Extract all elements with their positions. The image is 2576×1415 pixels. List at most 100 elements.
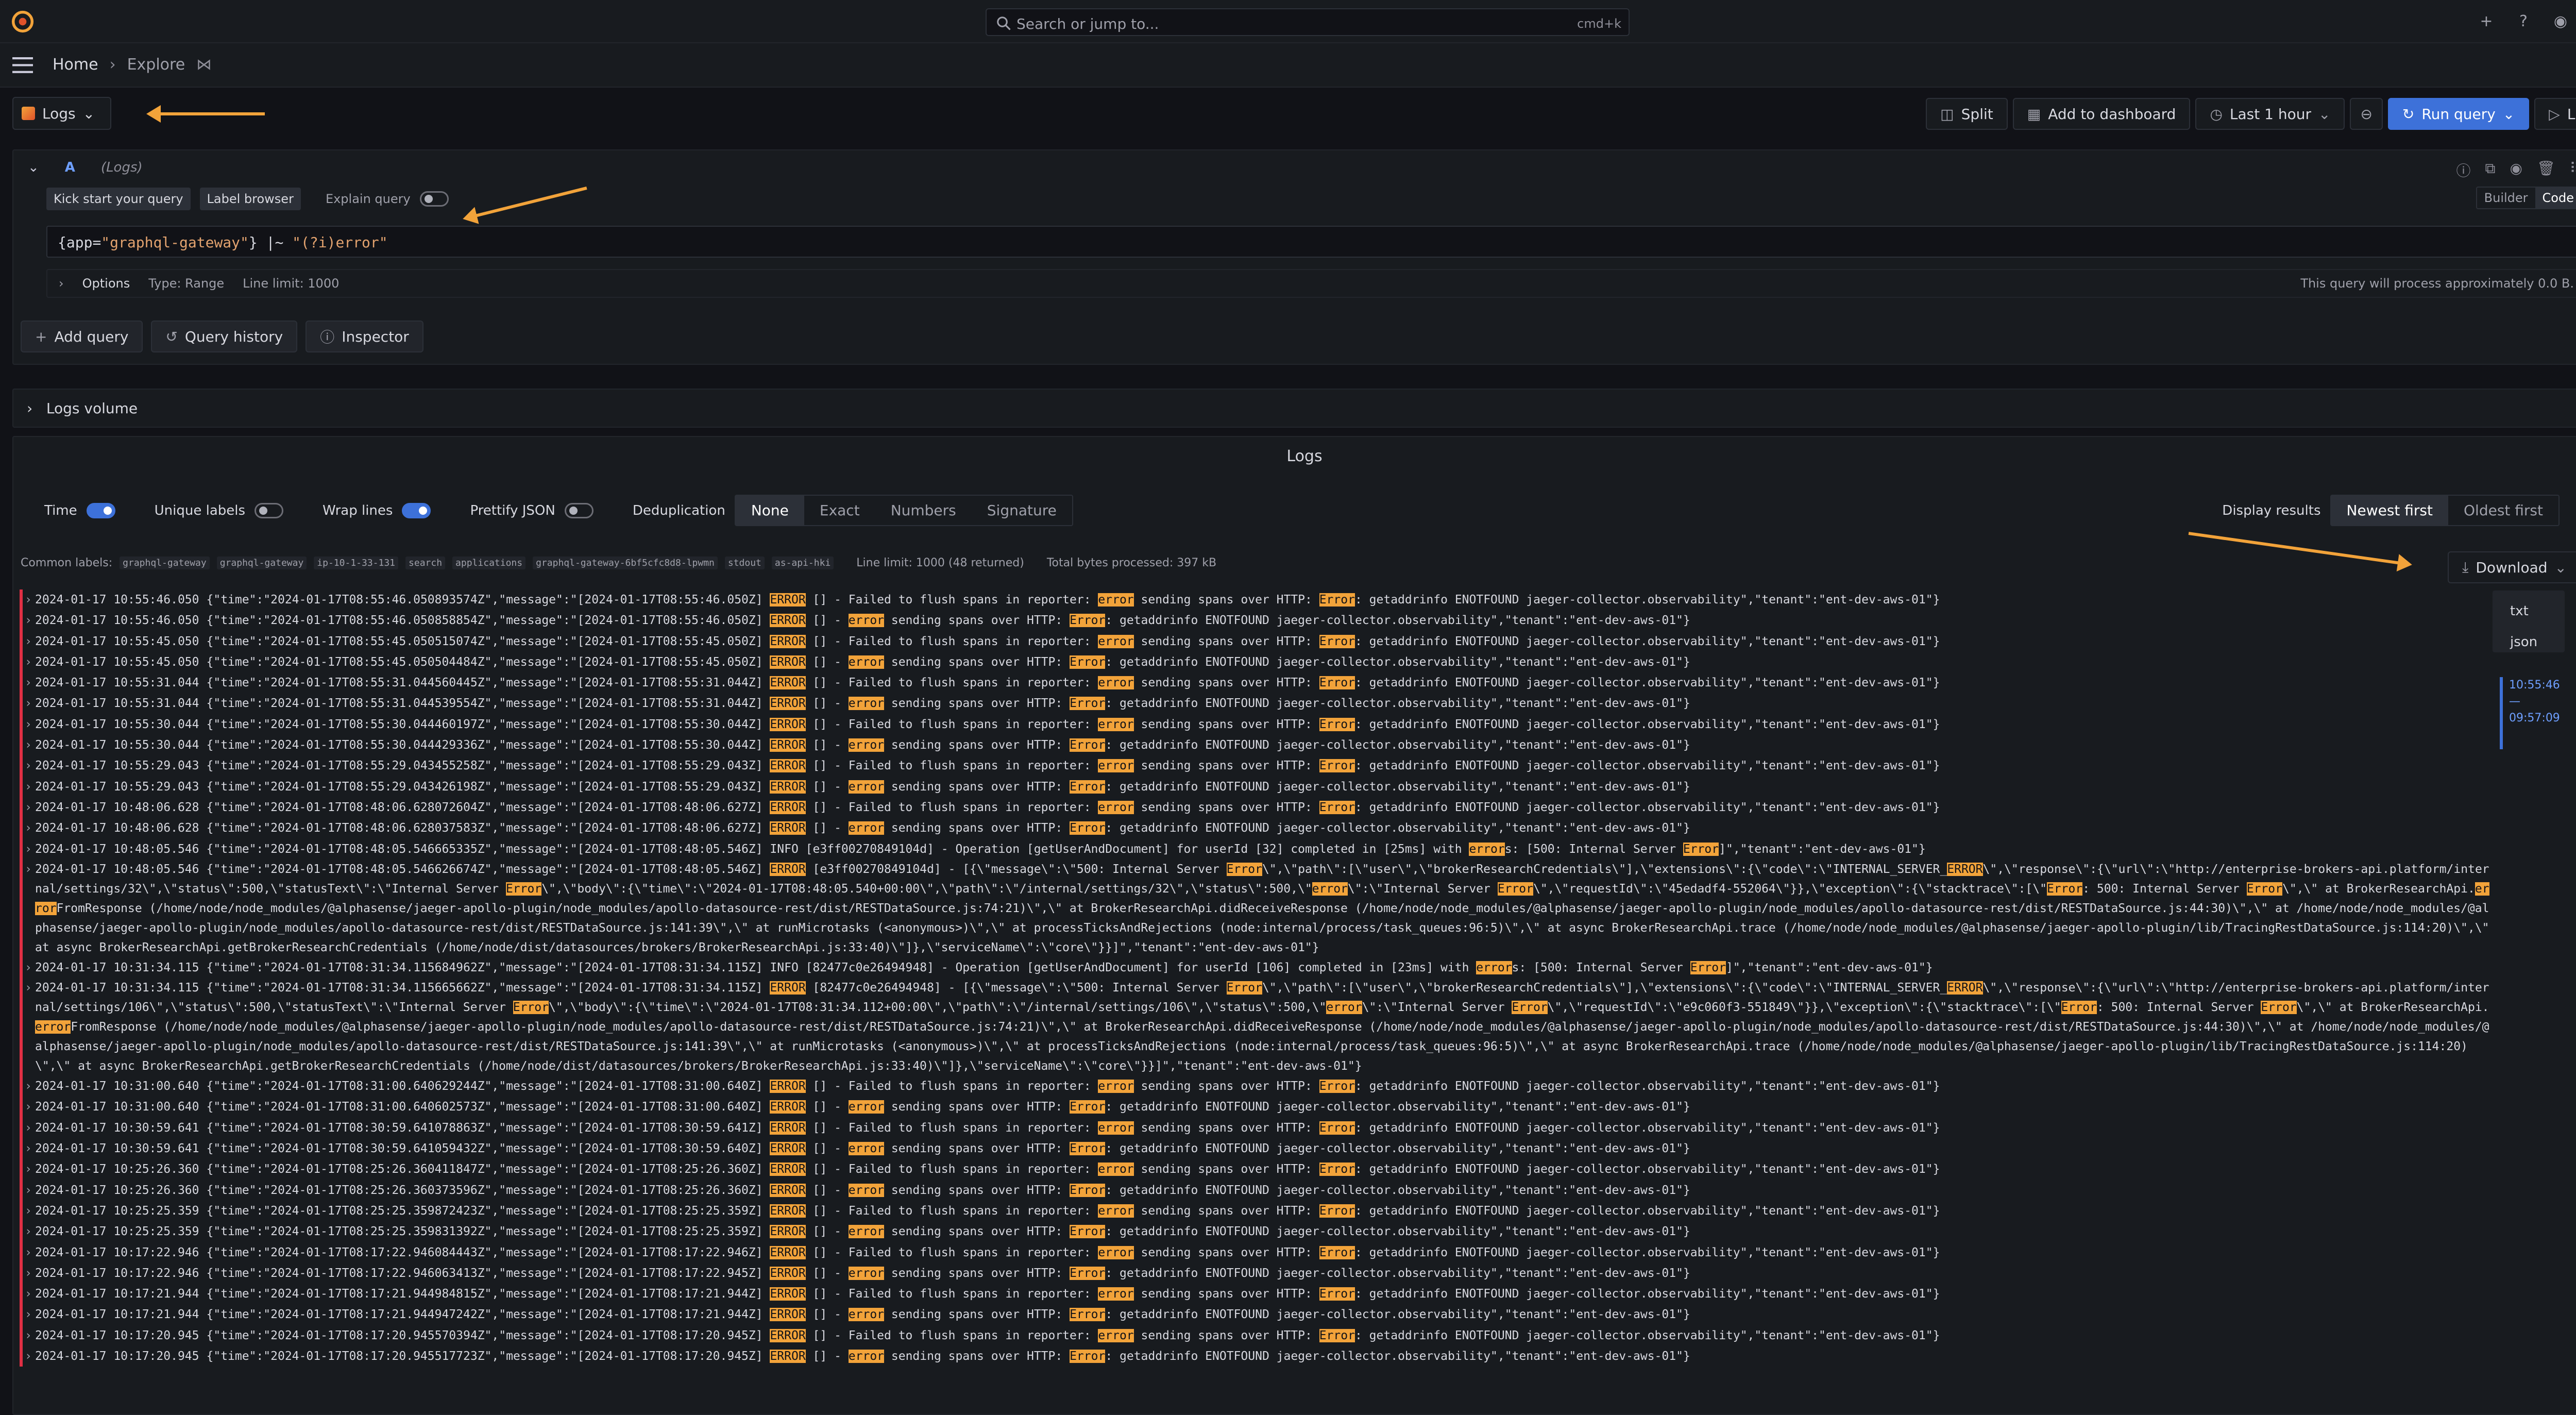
download-txt-option[interactable]: txt	[2510, 596, 2565, 627]
logs-volume-panel[interactable]: › Logs volume	[12, 389, 2576, 428]
eye-icon[interactable]: ◉	[2510, 160, 2522, 180]
log-highlight: Error	[1226, 862, 1262, 876]
oldest-first-option[interactable]: Oldest first	[2448, 496, 2558, 525]
log-text: : getaddrinfo ENOTFOUND jaeger-collector…	[1354, 1121, 1940, 1135]
log-text: {"time":"2024-01-17T08:48:06.628072604Z"…	[206, 800, 770, 814]
breadcrumb-home[interactable]: Home	[53, 56, 98, 74]
plus-icon[interactable]: +	[2477, 12, 2496, 31]
log-row[interactable]: › 2024-01-17 10:17:21.944 {"time":"2024-01…	[20, 1304, 2493, 1325]
query-history-button[interactable]: ↺ Query history	[151, 321, 298, 352]
newest-first-option[interactable]: Newest first	[2331, 496, 2448, 525]
download-json-option[interactable]: json	[2510, 627, 2565, 658]
chevron-down-icon[interactable]: ⌄	[2503, 106, 2515, 123]
log-row[interactable]: › 2024-01-17 10:25:26.360 {"time":"2024-01…	[20, 1159, 2493, 1180]
log-highlight: Error	[1497, 882, 1533, 896]
wrap-lines-toggle[interactable]	[402, 502, 431, 518]
log-row[interactable]: › 2024-01-17 10:55:45.050 {"time":"2024-01…	[20, 651, 2493, 673]
time-toggle[interactable]	[86, 502, 115, 518]
log-row[interactable]: › 2024-01-17 10:31:34.115 {"time":"2024-0…	[20, 978, 2493, 1076]
unique-labels-toggle[interactable]	[255, 502, 284, 518]
log-row[interactable]: › 2024-01-17 10:55:29.043 {"time":"2024-01…	[20, 776, 2493, 797]
prettify-json-toggle[interactable]	[564, 502, 594, 518]
log-row[interactable]: › 2024-01-17 10:25:26.360 {"time":"2024-01…	[20, 1180, 2493, 1201]
run-query-button[interactable]: ↻ Run query ⌄	[2387, 98, 2530, 130]
builder-mode-button[interactable]: Builder	[2477, 188, 2535, 208]
copy-icon[interactable]: ⧉	[2485, 160, 2496, 180]
log-row[interactable]: › 2024-01-17 10:55:31.044 {"time":"2024-01…	[20, 693, 2493, 714]
play-icon: ▷	[2549, 105, 2560, 123]
collapse-query-icon[interactable]: ⌄	[28, 160, 39, 175]
download-button[interactable]: ⤓ Download ⌄	[2447, 551, 2576, 583]
log-row[interactable]: › 2024-01-17 10:55:31.044 {"time":"2024-01…	[20, 672, 2493, 694]
log-row[interactable]: › 2024-01-17 10:31:00.640 {"time":"2024-01…	[20, 1076, 2493, 1097]
log-row[interactable]: › 2024-01-17 10:30:59.641 {"time":"2024-01…	[20, 1138, 2493, 1159]
log-row[interactable]: › 2024-01-17 10:31:34.115 {"time":"2024-0…	[20, 957, 2493, 979]
time-range-picker[interactable]: ◷ Last 1 hour ⌄	[2195, 98, 2345, 130]
drag-handle-icon[interactable]: ⠿	[2569, 160, 2576, 180]
log-row[interactable]: › 2024-01-17 10:25:25.359 {"time":"2024-01…	[20, 1221, 2493, 1242]
search-bar[interactable]: Search or jump to... cmd+k	[986, 8, 1630, 36]
grafana-logo-icon[interactable]	[11, 10, 34, 33]
log-row[interactable]: › 2024-01-17 10:25:25.359 {"time":"2024-01…	[20, 1200, 2493, 1222]
logs-navigation-timeline[interactable]: 10:55:46 — 09:57:09	[2500, 677, 2567, 749]
chevron-right-icon: ›	[25, 821, 32, 835]
log-highlight: error	[848, 738, 885, 752]
datasource-picker[interactable]: Logs ⌄	[12, 97, 111, 130]
log-text: [] - Failed to flush spans in reporter:	[805, 1080, 1098, 1093]
explain-query-toggle[interactable]	[419, 191, 449, 207]
log-text: : getaddrinfo ENOTFOUND jaeger-collector…	[1354, 1080, 1940, 1093]
log-text: {"time":"2024-01-17T08:55:31.044560445Z"…	[206, 676, 770, 690]
inspector-button[interactable]: ⓘ Inspector	[306, 321, 423, 352]
log-row[interactable]: › 2024-01-17 10:48:06.628 {"time":"2024-01…	[20, 797, 2493, 818]
dedup-exact[interactable]: Exact	[804, 496, 875, 525]
log-row[interactable]: › 2024-01-17 10:17:20.945 {"time":"2024-01…	[20, 1325, 2493, 1346]
log-row[interactable]: › 2024-01-17 10:55:30.044 {"time":"2024-01…	[20, 714, 2493, 735]
log-row[interactable]: › 2024-01-17 10:55:29.043 {"time":"2024-01…	[20, 755, 2493, 777]
zoom-out-button[interactable]: ⊖	[2350, 98, 2383, 130]
log-row[interactable]: › 2024-01-17 10:55:46.050 {"time":"2024-01…	[20, 610, 2493, 631]
log-row[interactable]: › 2024-01-17 10:31:00.640 {"time":"2024-01…	[20, 1097, 2493, 1118]
log-row[interactable]: › 2024-01-17 10:17:21.944 {"time":"2024-01…	[20, 1284, 2493, 1305]
add-to-dashboard-button[interactable]: ▦ Add to dashboard	[2012, 98, 2191, 130]
log-row[interactable]: › 2024-01-17 10:17:22.946 {"time":"2024-01…	[20, 1262, 2493, 1284]
rss-icon[interactable]: ◉	[2551, 12, 2570, 31]
add-query-button[interactable]: + Add query	[21, 321, 143, 352]
dedup-numbers[interactable]: Numbers	[875, 496, 972, 525]
logs-panel: Logs Time Unique labels Wrap lines Prett…	[12, 436, 2576, 1415]
label-browser-button[interactable]: Label browser	[199, 188, 301, 210]
log-text: sending spans over HTTP:	[884, 780, 1070, 794]
log-timestamp: 2024-01-17 10:17:21.944	[35, 1308, 199, 1322]
log-row[interactable]: › 2024-01-17 10:55:45.050 {"time":"2024-01…	[20, 631, 2493, 652]
live-button[interactable]: ▷ Live	[2534, 98, 2576, 130]
log-row[interactable]: › 2024-01-17 10:48:06.628 {"time":"2024-01…	[20, 818, 2493, 839]
help-icon[interactable]: ⓘ	[2456, 160, 2470, 180]
log-highlight: ERROR	[770, 676, 806, 690]
common-labels: Common labels: graphql-gateway graphql-g…	[21, 557, 1216, 569]
share-icon[interactable]: ⋈	[196, 56, 212, 74]
log-highlight: Error	[1319, 1245, 1355, 1259]
log-highlight: error	[848, 1350, 885, 1363]
query-options[interactable]: › Options Type: Range Line limit: 1000 T…	[46, 269, 2576, 298]
dedup-none[interactable]: None	[735, 496, 804, 525]
log-row[interactable]: › 2024-01-17 10:48:05.546 {"time":"2024-0…	[20, 859, 2493, 957]
query-input[interactable]: {app="graphql-gateway"} |~ "(?i)error"	[46, 226, 2576, 258]
log-highlight: ERROR	[770, 614, 806, 628]
help-icon[interactable]: ?	[2514, 12, 2533, 31]
log-row[interactable]: › 2024-01-17 10:48:05.546 {"time":"2024-0…	[20, 838, 2493, 860]
trash-icon[interactable]: 🗑	[2537, 160, 2555, 180]
log-row[interactable]: › 2024-01-17 10:30:59.641 {"time":"2024-01…	[20, 1117, 2493, 1139]
download-icon: ⤓	[2462, 559, 2469, 576]
split-button[interactable]: ◫ Split	[1926, 98, 2008, 130]
code-mode-button[interactable]: Code	[2535, 188, 2576, 208]
query-ref[interactable]: A	[65, 160, 75, 175]
log-highlight: Error	[1319, 1287, 1355, 1301]
dedup-signature[interactable]: Signature	[972, 496, 1072, 525]
log-row[interactable]: › 2024-01-17 10:55:30.044 {"time":"2024-01…	[20, 735, 2493, 756]
log-row[interactable]: › 2024-01-17 10:55:46.050 {"time":"2024-01…	[20, 589, 2493, 611]
log-highlight: error	[1098, 1204, 1134, 1218]
kick-start-button[interactable]: Kick start your query	[46, 188, 191, 210]
menu-icon[interactable]	[12, 57, 33, 73]
log-highlight: ERROR	[770, 655, 806, 669]
log-row[interactable]: › 2024-01-17 10:17:22.946 {"time":"2024-01…	[20, 1242, 2493, 1263]
log-row[interactable]: › 2024-01-17 10:17:20.945 {"time":"2024-01…	[20, 1346, 2493, 1367]
